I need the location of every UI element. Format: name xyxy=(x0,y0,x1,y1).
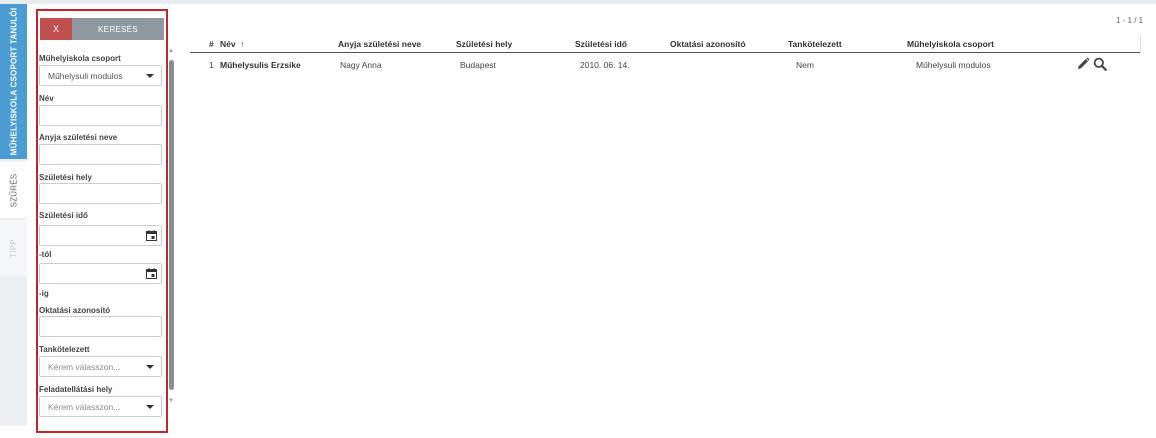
birthdate-from-input[interactable] xyxy=(39,225,162,246)
group-label: Műhelyiskola csoport xyxy=(39,54,121,63)
header-name-label: Név xyxy=(220,39,236,49)
compulsory-label: Tankötelezett xyxy=(39,345,90,354)
tab-filter[interactable]: SZŰRÉS xyxy=(0,162,27,218)
pencil-icon[interactable] xyxy=(1076,57,1090,71)
table-row[interactable]: 1 Műhelysulis Erzsike Nagy Anna Budapest… xyxy=(190,55,1140,75)
vertical-tab-bar: MŰHELYISKOLA CSOPORT TANULÓI SZŰRÉS TIPP xyxy=(0,4,27,426)
pager-info: 1 - 1 / 1 xyxy=(1116,16,1144,25)
sort-asc-icon: ↑ xyxy=(239,39,245,49)
group-select-value: Műhelysuli modulos xyxy=(48,70,123,81)
birthdate-label: Születési idő xyxy=(39,211,88,220)
header-index: # xyxy=(209,39,214,49)
cell-birthplace: Budapest xyxy=(460,60,496,70)
site-label: Feladatellátási hely xyxy=(39,385,113,394)
calendar-icon[interactable] xyxy=(146,268,157,279)
compulsory-placeholder: Kérem válasszon... xyxy=(48,361,121,372)
name-input[interactable] xyxy=(39,105,162,126)
cell-birthdate: 2010. 06. 14. xyxy=(580,60,630,70)
top-bar xyxy=(0,0,1156,4)
tab-tip[interactable]: TIPP xyxy=(0,220,27,276)
mother-name-input[interactable] xyxy=(39,144,162,165)
site-select[interactable]: Kérem válasszon... xyxy=(39,396,162,417)
cell-mother: Nagy Anna xyxy=(340,60,382,70)
compulsory-select[interactable]: Kérem válasszon... xyxy=(39,356,162,377)
header-mother[interactable]: Anyja születési neve xyxy=(338,39,421,49)
birthplace-label: Születési hely xyxy=(39,173,92,182)
filter-panel: X KERESÉS Műhelyiskola csoport Műhelysul… xyxy=(36,9,168,433)
header-birthplace[interactable]: Születési hely xyxy=(456,39,512,49)
header-group[interactable]: Műhelyiskola csoport xyxy=(907,39,994,49)
header-eduid[interactable]: Oktatási azonosító xyxy=(670,39,746,49)
caret-down-icon xyxy=(146,74,154,78)
caret-down-icon xyxy=(146,365,154,369)
tab-label: TIPP xyxy=(9,238,18,258)
clear-filter-button[interactable]: X xyxy=(40,18,72,40)
table-header: # Név ↑ Anyja születési neve Születési h… xyxy=(190,36,1140,53)
calendar-icon[interactable] xyxy=(146,230,157,241)
to-label: -ig xyxy=(39,289,49,298)
filter-scrollbar[interactable]: ▲ ▼ xyxy=(168,48,175,404)
search-button[interactable]: KERESÉS xyxy=(72,18,164,40)
birthdate-to-input[interactable] xyxy=(39,263,162,284)
site-placeholder: Kérem válasszon... xyxy=(48,401,121,412)
tab-label: MŰHELYISKOLA CSOPORT TANULÓI xyxy=(9,7,18,156)
tab-group-students[interactable]: MŰHELYISKOLA CSOPORT TANULÓI xyxy=(0,4,27,159)
header-birthdate[interactable]: Születési idő xyxy=(575,39,627,49)
education-id-input[interactable] xyxy=(39,316,162,337)
tab-label: SZŰRÉS xyxy=(9,173,18,207)
scroll-down-icon[interactable]: ▼ xyxy=(168,398,174,404)
scroll-up-icon[interactable]: ▲ xyxy=(168,48,174,54)
header-compulsory[interactable]: Tankötelezett xyxy=(788,39,842,49)
group-select[interactable]: Műhelysuli modulos xyxy=(39,65,162,86)
birthplace-input[interactable] xyxy=(39,183,162,204)
cell-name: Műhelysulis Erzsike xyxy=(220,60,301,70)
header-divider xyxy=(1140,36,1141,53)
cell-group: Műhelysuli modulos xyxy=(916,60,991,70)
cell-compulsory: Nem xyxy=(796,60,814,70)
filter-button-row: X KERESÉS xyxy=(40,18,164,40)
from-label: -tól xyxy=(39,250,52,259)
cell-index: 1 xyxy=(209,60,214,70)
name-label: Név xyxy=(39,94,54,103)
caret-down-icon xyxy=(146,405,154,409)
scroll-thumb[interactable] xyxy=(169,60,174,390)
mother-name-label: Anyja születési neve xyxy=(39,133,118,142)
education-id-label: Oktatási azonosító xyxy=(39,306,111,315)
magnifier-icon[interactable] xyxy=(1093,57,1107,71)
header-name[interactable]: Név ↑ xyxy=(220,39,244,49)
